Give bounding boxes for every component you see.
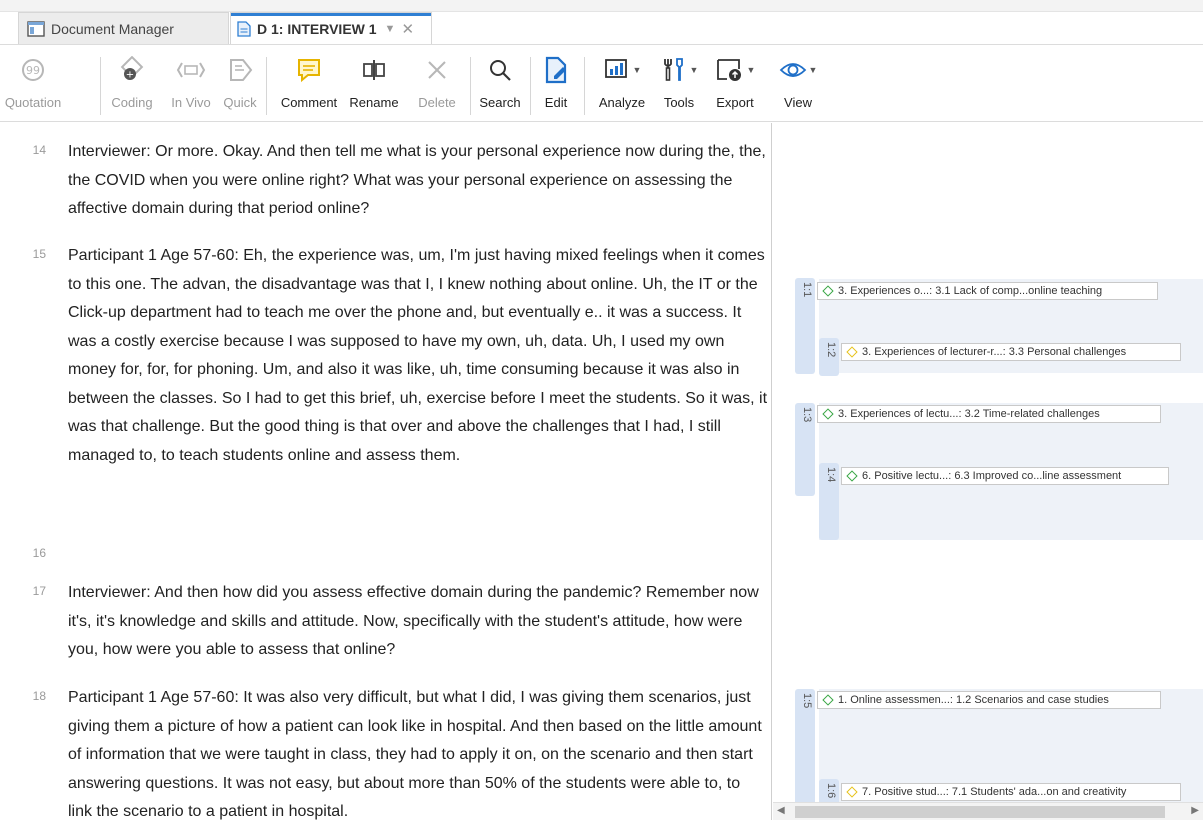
paragraph[interactable]: 16 bbox=[0, 541, 770, 569]
add-code-icon: + bbox=[118, 53, 146, 87]
quotation-id: 1:6 bbox=[825, 783, 837, 799]
title-bar-strip bbox=[0, 0, 1203, 12]
document-text-pane[interactable]: 14 Interviewer: Or more. Okay. And then … bbox=[0, 123, 772, 820]
delete-button[interactable]: Delete bbox=[412, 53, 462, 117]
in-vivo-icon bbox=[176, 53, 206, 87]
code-lightning-icon bbox=[846, 786, 858, 798]
quotation-id: 1:1 bbox=[801, 282, 813, 298]
tab-strip: Document Manager D 1: INTERVIEW 1 ▼ ✕ bbox=[0, 0, 1203, 44]
line-number: 18 bbox=[32, 689, 46, 703]
horizontal-scrollbar[interactable]: ◀ ▶ bbox=[773, 802, 1203, 820]
paragraph[interactable]: 14 Interviewer: Or more. Okay. And then … bbox=[0, 138, 770, 228]
scroll-right-icon[interactable]: ▶ bbox=[1191, 805, 1199, 816]
comment-icon bbox=[296, 53, 322, 87]
paragraph-text: Interviewer: Or more. Okay. And then tel… bbox=[68, 143, 766, 217]
export-button[interactable]: ▼ Export bbox=[708, 53, 762, 117]
scroll-left-icon[interactable]: ◀ bbox=[777, 805, 785, 816]
tab-interview-1[interactable]: D 1: INTERVIEW 1 ▼ ✕ bbox=[230, 12, 432, 44]
coding-button[interactable]: + Coding bbox=[104, 53, 160, 117]
paragraph[interactable]: 17 Interviewer: And then how did you ass… bbox=[0, 579, 770, 669]
code-chip[interactable]: 7. Positive stud...: 7.1 Students' ada..… bbox=[841, 783, 1181, 801]
paragraph-text: Interviewer: And then how did you assess… bbox=[68, 584, 759, 658]
paragraph-text: Participant 1 Age 57-60: Eh, the experie… bbox=[68, 247, 768, 464]
code-diamond-icon bbox=[846, 470, 858, 482]
margin-area[interactable]: 1:1 1:2 1:3 1:4 1:5 1:6 3. Experiences o… bbox=[773, 123, 1203, 820]
quick-code-button[interactable]: Quick bbox=[220, 53, 260, 117]
tools-button[interactable]: ▼ Tools bbox=[654, 53, 704, 117]
edit-button[interactable]: Edit bbox=[536, 53, 576, 117]
code-chip[interactable]: 3. Experiences of lecturer-r...: 3.3 Per… bbox=[841, 343, 1181, 361]
toolbar-separator bbox=[530, 57, 531, 115]
tab-label: D 1: INTERVIEW 1 bbox=[257, 20, 377, 37]
quotation-bar[interactable]: 1:2 bbox=[819, 338, 839, 376]
search-button[interactable]: Search bbox=[474, 53, 526, 117]
line-number: 14 bbox=[32, 143, 46, 157]
comment-button[interactable]: Comment bbox=[274, 53, 344, 117]
search-icon bbox=[488, 53, 512, 87]
tab-document-manager[interactable]: Document Manager bbox=[18, 12, 229, 44]
svg-text:+: + bbox=[126, 70, 134, 81]
code-chip[interactable]: 3. Experiences of lectu...: 3.2 Time-rel… bbox=[817, 405, 1161, 423]
app-window: { "tabs": [ {"label": "Document Manager"… bbox=[0, 0, 1203, 820]
rename-button[interactable]: Rename bbox=[340, 53, 408, 117]
close-icon[interactable]: ✕ bbox=[401, 20, 414, 38]
code-chip[interactable]: 1. Online assessmen...: 1.2 Scenarios an… bbox=[817, 691, 1161, 709]
line-number: 16 bbox=[32, 546, 46, 560]
quotation-bar[interactable]: 1:4 bbox=[819, 463, 839, 540]
svg-text:99: 99 bbox=[26, 64, 40, 77]
tab-dropdown-icon[interactable]: ▼ bbox=[385, 23, 396, 35]
code-chip[interactable]: 6. Positive lectu...: 6.3 Improved co...… bbox=[841, 467, 1169, 485]
quotation-id: 1:3 bbox=[801, 407, 813, 423]
paragraph[interactable]: 15 Participant 1 Age 57-60: Eh, the expe… bbox=[0, 242, 770, 532]
quotation-bar[interactable]: 1:3 bbox=[795, 403, 815, 496]
in-vivo-button[interactable]: In Vivo bbox=[164, 53, 218, 117]
code-diamond-icon bbox=[822, 408, 834, 420]
quotation-bar[interactable]: 1:1 bbox=[795, 278, 815, 374]
toolbar-separator bbox=[470, 57, 471, 115]
eye-icon: ▼ bbox=[779, 53, 817, 87]
quotation-icon: 99 bbox=[20, 53, 46, 87]
ribbon-toolbar: 99 Quotation + Coding In Vivo Quick Comm… bbox=[0, 44, 1203, 122]
view-button[interactable]: ▼ View bbox=[776, 53, 820, 117]
edit-document-icon bbox=[544, 53, 568, 87]
analyze-icon: ▼ bbox=[603, 53, 641, 87]
tools-icon: ▼ bbox=[660, 53, 698, 87]
rename-icon bbox=[361, 53, 387, 87]
paragraph-text: Participant 1 Age 57-60: It was also ver… bbox=[68, 689, 762, 820]
code-diamond-icon bbox=[822, 694, 834, 706]
code-lightning-icon bbox=[846, 346, 858, 358]
quotation-id: 1:5 bbox=[801, 693, 813, 709]
document-manager-icon bbox=[27, 20, 45, 37]
tab-label: Document Manager bbox=[51, 20, 174, 37]
quotation-id: 1:4 bbox=[825, 467, 837, 483]
analyze-button[interactable]: ▼ Analyze bbox=[590, 53, 654, 117]
quotation-id: 1:2 bbox=[825, 342, 837, 358]
delete-icon bbox=[426, 53, 448, 87]
toolbar-separator bbox=[584, 57, 585, 115]
quotation-button[interactable]: 99 Quotation bbox=[4, 53, 62, 117]
quick-code-icon bbox=[227, 53, 253, 87]
quotation-bar[interactable]: 1:5 bbox=[795, 689, 815, 809]
document-icon bbox=[237, 20, 251, 37]
toolbar-separator bbox=[100, 57, 101, 115]
code-diamond-icon bbox=[822, 285, 834, 297]
paragraph[interactable]: 18 Participant 1 Age 57-60: It was also … bbox=[0, 684, 770, 820]
scroll-thumb[interactable] bbox=[795, 806, 1165, 818]
line-number: 15 bbox=[32, 247, 46, 261]
toolbar-separator bbox=[266, 57, 267, 115]
export-icon: ▼ bbox=[715, 53, 755, 87]
code-chip[interactable]: 3. Experiences o...: 3.1 Lack of comp...… bbox=[817, 282, 1158, 300]
line-number: 17 bbox=[32, 584, 46, 598]
